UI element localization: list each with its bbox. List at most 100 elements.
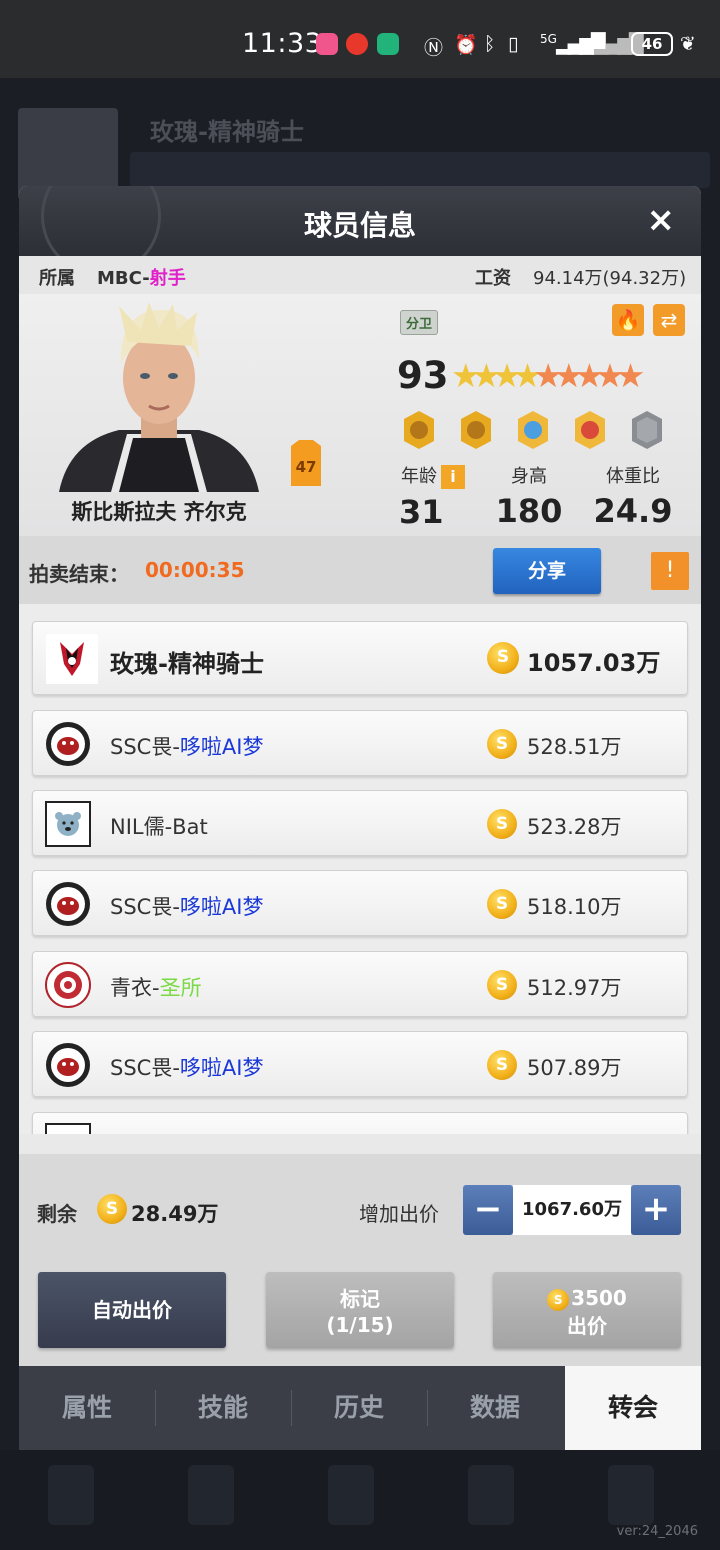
warning-icon[interactable]: ! [651,552,689,590]
bid-amount: 507.89万 [527,1056,622,1080]
swap-icon[interactable]: ⇄ [653,304,685,336]
background-team-title: 玫瑰-精神骑士 [150,118,304,146]
auction-bar: 拍卖结束： 00:00:35 分享 ! [19,536,701,604]
affiliation-label: 所属 [39,268,75,289]
background-nav-item [608,1465,654,1525]
add-bid-label: 增加出价 [359,1202,439,1226]
mark-count: (1/15) [326,1313,394,1337]
club-name: 哆啦AI梦 [179,895,264,919]
player-info-dialog: 球员信息 × 所属 MBC-射手 工资 94.14万(94.32万) 47 斯比… [19,186,701,1450]
star-icon: ★ [595,356,624,395]
team-name: SSC畏-哆啦AI梦 [110,731,263,761]
tab-history[interactable]: 历史 [291,1366,427,1450]
dialog-title: 球员信息 [303,209,416,242]
coin-icon: S [487,729,517,759]
place-bid-button[interactable]: S 3500 出价 [493,1272,681,1348]
player-name: 斯比斯拉夫 齐尔克 [71,500,247,524]
skill-badge-icon[interactable] [456,410,496,450]
bid-row-partial[interactable] [32,1112,688,1134]
background-nav-item [188,1465,234,1525]
place-bid-label: 出价 [567,1314,607,1338]
skill-badge-icon-empty[interactable] [627,410,667,450]
affiliation-row: 所属 MBC-射手 工资 94.14万(94.32万) [19,256,701,294]
bear-logo-icon [45,1123,91,1134]
signal-5g-icon: 5G [540,32,557,46]
bid-amount: 1057.03万 [527,649,661,677]
bid-amount: 512.97万 [527,976,622,1000]
height-label: 身高 [511,466,547,487]
bluetooth-icon: ᛒ [484,33,496,55]
team-name: SSC畏-哆啦AI梦 [110,891,263,921]
skill-badge-icon[interactable] [399,410,439,450]
bid-row[interactable]: NIL儒-Bat S 523.28万 [32,790,688,856]
coin-icon: S [547,1288,570,1311]
close-button[interactable]: × [647,200,676,240]
remaining-label: 剩余 [37,1202,77,1226]
bid-cost: 3500 [571,1286,627,1310]
bid-amount: 518.10万 [527,895,622,919]
bid-amount-input[interactable]: 1067.60万 [513,1185,631,1235]
bid-amount: 523.28万 [527,815,622,839]
bid-amount: 528.51万 [527,735,622,759]
skill-badge-icon[interactable] [570,410,610,450]
background-nav-item [468,1465,514,1525]
signal-label: 5G [540,32,557,46]
alarm-icon: ⏰ [454,34,478,56]
salary-label: 工资 [475,268,511,289]
star-icon: ★ [492,356,521,395]
bid-list[interactable]: 玫瑰-精神骑士 S 1057.03万 SSC畏-哆啦AI梦 S 528.51万 … [19,604,701,1134]
bid-row[interactable]: 青衣-圣所 S 512.97万 [32,951,688,1017]
auction-timer: 00:00:35 [145,558,245,582]
decrease-bid-button[interactable]: − [463,1185,513,1235]
dialog-tabbar: 属性 技能 历史 数据 转会 [19,1366,701,1450]
player-portrait [59,302,259,492]
position-badge: 分卫 [400,310,439,335]
bid-row[interactable]: SSC畏-哆啦AI梦 S 507.89万 [32,1031,688,1097]
circle-logo-icon [45,962,91,1008]
remaining-value: 28.49万 [131,1202,219,1226]
share-button[interactable]: 分享 [493,548,601,594]
bid-row[interactable]: 玫瑰-精神骑士 S 1057.03万 [32,621,688,695]
salary-value: 94.14万(94.32万) [533,268,687,289]
bid-row[interactable]: SSC畏-哆啦AI梦 S 518.10万 [32,870,688,936]
fire-icon[interactable]: 🔥 [611,304,644,336]
team-name: NIL儒-Bat [110,815,208,839]
dialog-header: 球员信息 × [19,186,701,276]
player-panel: 47 斯比斯拉夫 齐尔克 分卫 🔥 ⇄ 93 ★★★★★★★★★ 年龄 i 31 … [19,294,701,536]
star-icon: ★ [512,356,542,395]
player-action-icons: 🔥 ⇄ [608,304,685,336]
age-stat: 年龄 i 31 [393,462,473,531]
star-rating: ★★★★★★★★★ [451,356,645,395]
height-value: 180 [495,492,563,530]
bid-row[interactable]: SSC畏-哆啦AI梦 S 528.51万 [32,710,688,776]
boar-logo-icon [46,1043,90,1087]
vibrate-icon: ▯ [508,33,519,55]
star-icon: ★ [615,356,645,395]
app-notification-icon [377,33,399,55]
jersey-icon: 47 [291,440,321,486]
tab-data[interactable]: 数据 [427,1366,563,1450]
auction-end-label: 拍卖结束： [29,562,129,586]
team-name: 青衣-圣所 [110,972,202,1002]
team-prefix: SSC畏- [110,895,180,919]
star-icon: ★ [451,356,480,395]
star-icon: ★ [533,356,562,395]
background-resource-bar [130,152,710,188]
coin-icon: S [487,1050,517,1080]
team-prefix: SSC畏- [110,1056,180,1080]
coin-icon: S [97,1194,127,1224]
info-icon[interactable]: i [441,465,465,489]
increase-bid-button[interactable]: + [631,1185,681,1235]
version-label: ver:24_2046 [616,1524,698,1539]
tab-transfer[interactable]: 转会 [565,1366,701,1450]
mark-label: 标记 [340,1287,380,1311]
skill-badge-icon[interactable] [513,410,553,450]
auto-bid-button[interactable]: 自动出价 [38,1272,226,1348]
tab-attributes[interactable]: 属性 [19,1366,155,1450]
mark-button[interactable]: 标记 (1/15) [266,1272,454,1348]
bmi-stat: 体重比 24.9 [591,462,675,530]
tab-skills[interactable]: 技能 [155,1366,291,1450]
bear-logo-icon [45,801,91,847]
team-name: SSC畏-哆啦AI梦 [110,1052,263,1082]
height-stat: 身高 180 [489,462,569,530]
